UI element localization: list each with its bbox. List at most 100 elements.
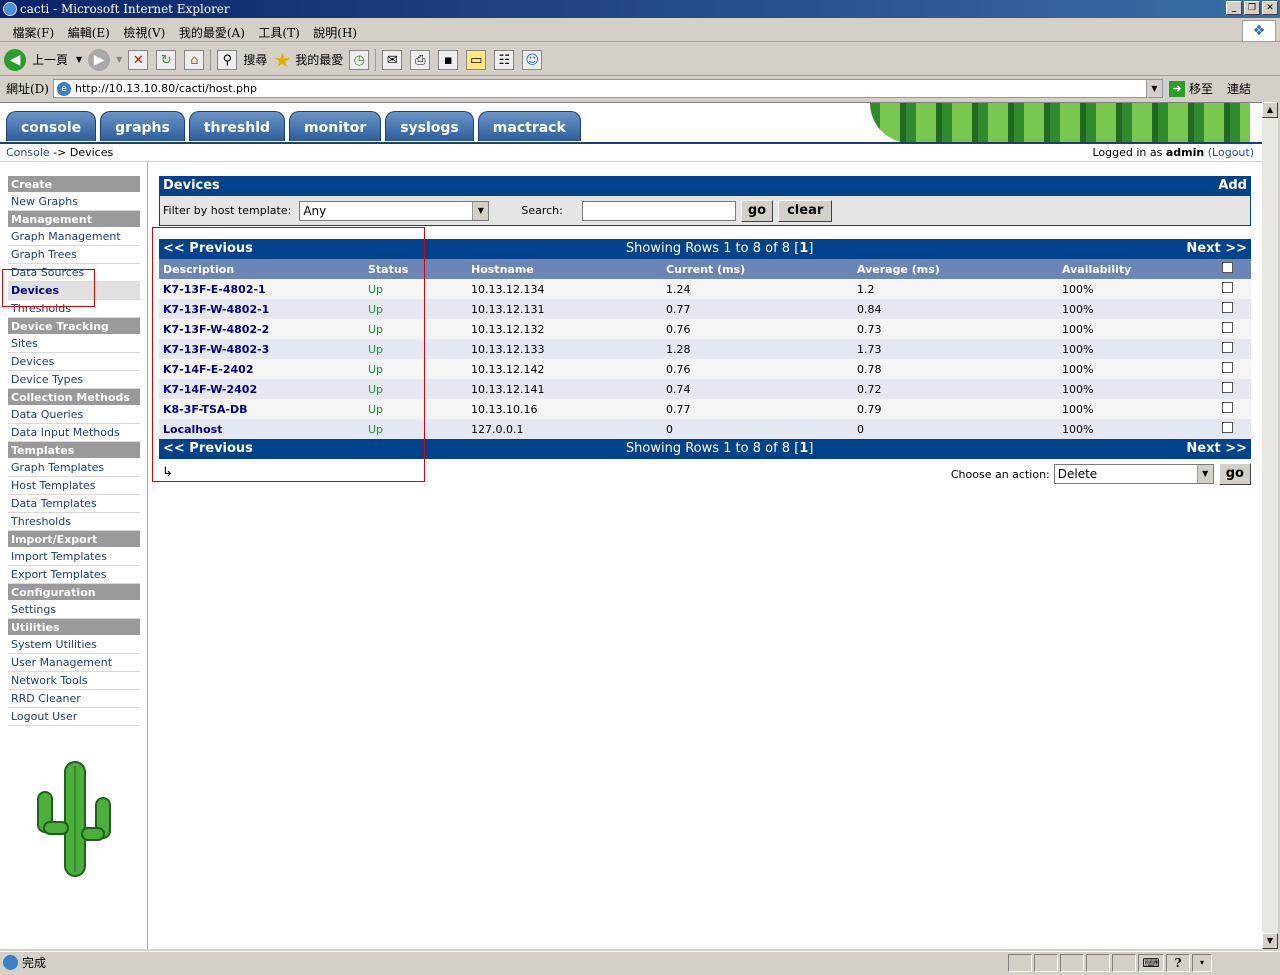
menu-edit[interactable]: 編輯(E) (63, 20, 115, 45)
row-checkbox[interactable] (1218, 379, 1251, 399)
sidebar-item[interactable]: System Utilities (8, 636, 140, 654)
filter-clear-button[interactable]: clear (778, 199, 833, 222)
sidebar-item[interactable]: Data Templates (8, 495, 140, 513)
address-bar: 網址(D) e http://10.13.10.80/cacti/host.ph… (0, 77, 1280, 100)
logout-link[interactable]: (Logout) (1208, 146, 1254, 159)
device-availability: 100% (1058, 359, 1218, 379)
tab-syslogs[interactable]: syslogs (385, 111, 474, 141)
forward-button[interactable]: ▶ ▼ (88, 48, 122, 71)
address-label: 網址(D) (6, 82, 49, 96)
device-availability: 100% (1058, 299, 1218, 319)
sidebar-item[interactable]: Graph Trees (8, 246, 140, 264)
windows-logo-icon: ❖ (1242, 20, 1276, 42)
status-bar: 完成 ⌨ ? ▾ (0, 951, 1280, 973)
next-link-bottom[interactable]: Next >> (1186, 439, 1247, 459)
tab-monitor[interactable]: monitor (289, 111, 382, 141)
help-icon[interactable]: ? (1166, 954, 1190, 972)
sidebar-item[interactable]: Thresholds (8, 513, 140, 531)
print-icon[interactable]: ⎙ (410, 49, 431, 70)
next-link[interactable]: Next >> (1186, 239, 1247, 259)
current-page-bottom[interactable]: 1 (799, 441, 808, 456)
search-input[interactable] (581, 200, 736, 221)
rows-summary-text: Showing Rows 1 to 8 of 8 [ (625, 241, 800, 256)
tab-mactrack[interactable]: mactrack (477, 111, 581, 141)
column-header[interactable]: Average (ms) (853, 259, 1058, 279)
sidebar-item[interactable]: User Management (8, 654, 140, 672)
messenger-icon[interactable]: ☺ (522, 49, 543, 70)
rows-summary-text-bottom: Showing Rows 1 to 8 of 8 [ (625, 441, 800, 456)
filter-go-button[interactable]: go (740, 199, 774, 222)
options-icon[interactable]: ▾ (1192, 954, 1212, 972)
history-icon[interactable]: ◷ (349, 49, 370, 70)
sidebar-item[interactable]: Data Queries (8, 406, 140, 424)
sidebar-item[interactable]: Export Templates (8, 566, 140, 584)
column-header[interactable]: Availability (1058, 259, 1218, 279)
menu-favorites[interactable]: 我的最愛(A) (174, 20, 250, 45)
sidebar-item[interactable]: Host Templates (8, 477, 140, 495)
current-page[interactable]: 1 (799, 241, 808, 256)
breadcrumb: Console -> Devices Logged in as admin (L… (0, 144, 1262, 162)
menu-help[interactable]: 說明(H) (308, 20, 362, 45)
host-template-select[interactable]: Any ▼ (299, 200, 490, 221)
home-icon[interactable]: ⌂ (184, 49, 205, 70)
stop-icon[interactable]: ✕ (128, 49, 149, 70)
menu-file[interactable]: 檔案(F) (8, 20, 60, 45)
action-go-button[interactable]: go (1218, 463, 1251, 485)
research-icon[interactable]: ☷ (494, 49, 515, 70)
breadcrumb-console-link[interactable]: Console (6, 146, 50, 159)
sidebar-item[interactable]: RRD Cleaner (8, 690, 140, 708)
sidebar-item[interactable]: Network Tools (8, 672, 140, 690)
sidebar-item[interactable]: Graph Templates (8, 459, 140, 477)
restore-button[interactable]: ❐ (1244, 1, 1260, 15)
row-checkbox[interactable] (1218, 359, 1251, 379)
row-checkbox[interactable] (1218, 419, 1251, 439)
page-icon: e (57, 81, 71, 96)
close-button[interactable]: ✕ (1262, 1, 1278, 15)
sidebar-item[interactable]: Device Types (8, 371, 140, 389)
sidebar-item[interactable]: New Graphs (8, 193, 140, 211)
sidebar-item[interactable]: Sites (8, 335, 140, 353)
row-checkbox[interactable] (1218, 299, 1251, 319)
row-checkbox[interactable] (1218, 319, 1251, 339)
row-checkbox[interactable] (1218, 399, 1251, 419)
back-dropdown-icon[interactable]: ▼ (76, 55, 82, 64)
menu-tools[interactable]: 工具(T) (253, 20, 304, 45)
row-checkbox[interactable] (1218, 279, 1251, 299)
column-header[interactable]: Hostname (467, 259, 662, 279)
address-input[interactable]: e http://10.13.10.80/cacti/host.php ▼ (53, 79, 1163, 98)
keyboard-icon[interactable]: ⌨ (1138, 954, 1164, 972)
sidebar-item[interactable]: Data Input Methods (8, 424, 140, 442)
sidebar-item[interactable]: Import Templates (8, 548, 140, 566)
action-select[interactable]: Delete ▼ (1053, 464, 1214, 484)
select-all-checkbox[interactable] (1218, 259, 1251, 279)
scroll-down-icon[interactable]: ▼ (1262, 933, 1278, 949)
edit-icon[interactable]: ▪ (438, 49, 459, 70)
address-dropdown-icon[interactable]: ▼ (1146, 80, 1162, 97)
search-button[interactable]: ⚲ 搜尋 (217, 49, 267, 70)
scroll-up-icon[interactable]: ▲ (1262, 102, 1278, 118)
back-arrow-icon: ◀ (4, 48, 26, 71)
vertical-scrollbar[interactable]: ▲ ▼ (1262, 102, 1278, 949)
sidebar-item[interactable]: Graph Management (8, 228, 140, 246)
sidebar-item[interactable]: Settings (8, 601, 140, 619)
links-button[interactable]: 連結 (1227, 80, 1251, 97)
page-status-icon (3, 955, 18, 970)
minimize-button[interactable]: _ (1226, 1, 1242, 15)
sidebar-item[interactable]: Devices (8, 353, 140, 371)
mail-icon[interactable]: ✉ (382, 49, 403, 70)
menu-view[interactable]: 檢視(V) (118, 20, 170, 45)
tab-graphs[interactable]: graphs (100, 111, 185, 141)
sidebar-item[interactable]: Logout User (8, 708, 140, 726)
forward-dropdown-icon[interactable]: ▼ (116, 55, 122, 64)
add-device-link[interactable]: Add (1218, 176, 1247, 196)
tab-console[interactable]: console (6, 111, 97, 141)
discuss-icon[interactable]: ▭ (466, 49, 487, 70)
tab-threshld[interactable]: threshld (188, 111, 286, 141)
device-current-ms: 1.24 (662, 279, 853, 299)
refresh-icon[interactable]: ↻ (156, 49, 177, 70)
go-button[interactable]: ➜ 移至 (1169, 80, 1213, 97)
row-checkbox[interactable] (1218, 339, 1251, 359)
favorites-button[interactable]: ★ 我的最愛 (273, 48, 343, 72)
column-header[interactable]: Current (ms) (662, 259, 853, 279)
back-button[interactable]: ◀ 上一頁 ▼ (4, 48, 82, 71)
